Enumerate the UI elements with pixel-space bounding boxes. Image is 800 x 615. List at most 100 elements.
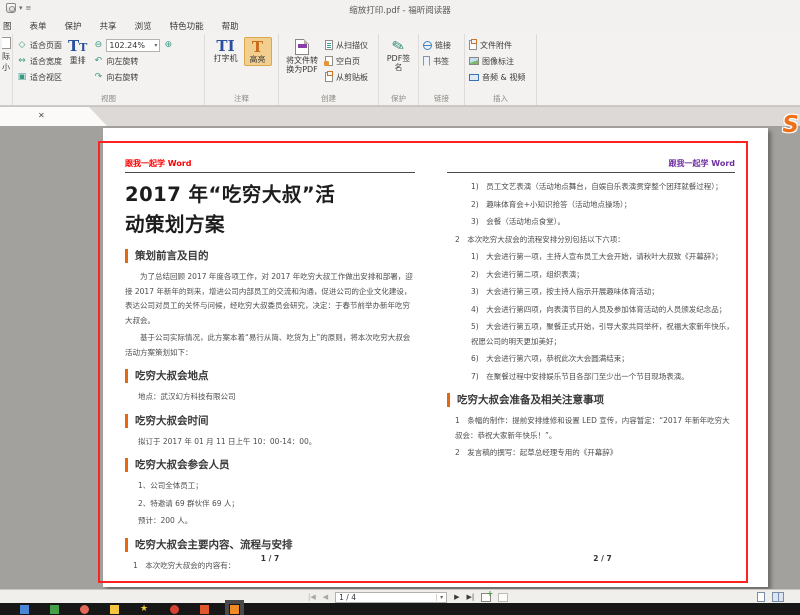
first-page-icon[interactable]: |◀ — [308, 593, 316, 601]
fit-page-button[interactable]: ◇ 适合页面 — [17, 37, 62, 53]
bookmark-icon — [423, 56, 430, 66]
taskbar-app-yellow[interactable] — [110, 604, 119, 614]
last-page-icon[interactable]: ▶| — [467, 593, 475, 601]
convert-to-pdf-button[interactable]: 将文件转换为PDF — [283, 37, 321, 75]
zoom-in-icon[interactable]: ⊕ — [163, 40, 173, 50]
doc-paragraph: 为了总结回顾 2017 年度各项工作，对 2017 年吃穷大叔工作做出安排和部署… — [125, 272, 413, 325]
rotate-left-icon: ↶ — [94, 56, 103, 66]
audio-video-button[interactable]: 音频 & 视频 — [469, 69, 525, 85]
menu-item[interactable]: 共享 — [91, 20, 126, 32]
taskbar-app-blue[interactable] — [20, 604, 29, 614]
doc-paragraph: 1) 大会进行第一项，主持人宣布员工大会开始，请秋叶大叔致《开幕辞》； — [471, 252, 723, 261]
group-label-create: 创建 — [321, 94, 336, 103]
menu-item[interactable]: 图 — [0, 20, 21, 32]
page2-footer: 2 / 7 — [593, 554, 612, 563]
section-heading: 吃穷大叔会参会人员 — [125, 458, 415, 472]
audio-video-icon — [469, 73, 479, 81]
taskbar-app-orange-red[interactable] — [200, 604, 209, 614]
ribbon-group-insert: 文件附件 图像标注 音频 & 视频 插入 — [465, 34, 537, 105]
doc-paragraph: 地点：武汉幻方科技有限公司 — [138, 392, 236, 401]
ribbon-group-link: 链接 书签 链接 — [419, 34, 465, 105]
rotate-right-icon: ↷ — [94, 72, 103, 82]
from-clipboard-icon — [325, 71, 333, 82]
image-annotation-button[interactable]: 图像标注 — [469, 53, 525, 69]
page-number-combobox[interactable]: 1 / 4 ▾ — [335, 591, 448, 603]
page-2: 跟我一起学 Word 1) 员工文艺表演（活动地点舞台，自娱自乐表演贯穿整个团拜… — [437, 128, 768, 587]
doc-paragraph: 2 发言稿的撰写：起草总经理专用的《开幕辞》 — [455, 448, 618, 457]
rotate-right-button[interactable]: ↷ 向右旋转 — [93, 69, 173, 85]
doc-paragraph: 1 条幅的制作：提前安排维修和设置 LED 宣传，内容暂定：“2017 年新年吃… — [455, 416, 730, 440]
new-tab-icon[interactable] — [481, 589, 493, 602]
taskbar-app-star[interactable]: ★ — [140, 604, 149, 614]
typewriter-button[interactable]: TI 打字机 — [212, 37, 240, 64]
doc-paragraph: 1、公司全体员工； — [138, 481, 203, 490]
tab-close-icon[interactable]: ✕ — [38, 111, 45, 120]
highlight-icon: T — [251, 38, 264, 56]
menu-item[interactable]: 帮助 — [213, 20, 248, 32]
section-heading: 吃穷大叔会地点 — [125, 369, 415, 383]
menu-item[interactable]: 浏览 — [126, 20, 161, 32]
window-title: 缩放打印.pdf - 福昕阅读器 — [349, 6, 451, 16]
group-label-link: 链接 — [434, 94, 449, 103]
floating-s-badge[interactable]: S — [782, 112, 799, 138]
doc-paragraph: 2、特邀请 69 群伙伴 69 人； — [138, 498, 239, 508]
reflow-button[interactable]: TT 重排 — [66, 37, 89, 66]
taskbar-app-salmon-circle[interactable] — [80, 604, 89, 614]
rotate-left-button[interactable]: ↶ 向左旋转 — [93, 53, 173, 69]
document-tab[interactable] — [0, 107, 108, 127]
page-navigation: |◀ ◀ 1 / 4 ▾ ▶ ▶| — [308, 589, 509, 603]
fit-page-icon: ◇ — [18, 40, 26, 50]
menu-item[interactable]: 保护 — [56, 20, 91, 32]
zoom-out-icon[interactable]: ⊖ — [93, 40, 103, 50]
doc-paragraph: 5) 大会进行第五项，聚餐正式开始，引导大家共同举杯，祝福大家新年快乐，祝愿公司… — [471, 322, 734, 346]
ribbon-group-view: ◇ 适合页面 ⇔ 适合宽度 ▣ 适合视区 TT 重排 ⊖ 102.24% ▾ ⊕… — [13, 34, 205, 105]
document-view[interactable]: 跟我一起学 Word 2017 年“吃穷大叔”活动策划方案 策划前言及目的 为了总… — [0, 126, 800, 589]
doc-paragraph: 3) 会餐（活动地点食堂）。 — [471, 217, 565, 226]
actual-size-button-partial[interactable]: 际 小 — [0, 34, 13, 105]
ribbon-group-protect: ✎ PDF签名 保护 — [379, 34, 419, 105]
ribbon-group-create: 将文件转换为PDF 从扫描仪 空白页 从剪贴板 创建 — [279, 34, 379, 105]
single-page-view-icon[interactable] — [757, 592, 765, 602]
reflow-icon: TT — [68, 37, 88, 55]
page-dropdown-icon: ▾ — [436, 593, 443, 601]
next-page-icon[interactable]: ▶ — [454, 593, 459, 601]
taskbar-app-green[interactable] — [50, 604, 59, 614]
title-bar: ▾ ≡ 缩放打印.pdf - 福昕阅读器 — [0, 0, 800, 18]
windows-taskbar: ★ — [0, 599, 800, 615]
highlight-button[interactable]: T 高亮 — [243, 37, 272, 66]
taskbar-app-orange[interactable] — [225, 599, 244, 615]
fit-visible-button[interactable]: ▣ 适合视区 — [17, 69, 62, 85]
from-scanner-button[interactable]: 从扫描仪 — [325, 37, 368, 53]
doc-paragraph: 基于公司实际情况，此方案本着“易行从简、吃货为上”的原则，将本次吃穷大叔会活动方… — [125, 333, 411, 357]
menu-item[interactable]: 表单 — [21, 20, 56, 32]
fit-visible-icon: ▣ — [17, 72, 27, 82]
typewriter-icon: TI — [216, 37, 235, 55]
previous-view-icon[interactable] — [498, 592, 509, 602]
doc-paragraph: 4) 大会进行第四项，向表演节目的人员及参加体育活动的人员颁发纪念品； — [471, 304, 727, 314]
pdf-sign-button[interactable]: ✎ PDF签名 — [385, 36, 413, 73]
from-clipboard-button[interactable]: 从剪贴板 — [325, 69, 368, 85]
group-label-protect: 保护 — [391, 94, 406, 103]
menu-bar: 图表单 保护 共享 浏览 特色功能 帮助 — [0, 18, 800, 34]
bookmark-button[interactable]: 书签 — [423, 53, 451, 69]
section-heading: 吃穷大叔会时间 — [125, 413, 415, 428]
taskbar-app-red-circle[interactable] — [170, 604, 179, 614]
doc-paragraph: 2) 大会进行第二项，组织表演； — [471, 269, 584, 279]
ribbon: 际 小 ◇ 适合页面 ⇔ 适合宽度 ▣ 适合视区 TT 重排 ⊖ 102.24%… — [0, 34, 800, 106]
section-heading: 策划前言及目的 — [125, 249, 415, 263]
menu-item[interactable]: 特色功能 — [161, 20, 213, 32]
blank-page-icon — [324, 56, 333, 66]
facing-page-view-icon[interactable] — [772, 592, 784, 602]
link-button[interactable]: 链接 — [423, 37, 451, 53]
fit-width-button[interactable]: ⇔ 适合宽度 — [17, 53, 62, 69]
zoom-controls: ⊖ 102.24% ▾ ⊕ — [93, 37, 173, 53]
previous-page-icon[interactable]: ◀ — [323, 593, 328, 601]
zoom-level-combobox[interactable]: 102.24% ▾ — [106, 38, 161, 52]
page-1: 跟我一起学 Word 2017 年“吃穷大叔”活动策划方案 策划前言及目的 为了总… — [103, 128, 437, 587]
blank-page-button[interactable]: 空白页 — [324, 53, 368, 69]
page1-header-rule — [125, 172, 415, 173]
page2-content: 1) 员工文艺表演（活动地点舞台，自娱自乐表演贯穿整个团拜就餐过程）； 2) 趣味… — [447, 180, 735, 461]
file-attachment-button[interactable]: 文件附件 — [469, 37, 525, 53]
doc-paragraph: 3) 大会进行第三项，按主持人指示开展趣味体育活动； — [471, 287, 659, 296]
section-heading: 吃穷大叔会准备及相关注意事项 — [447, 393, 735, 407]
